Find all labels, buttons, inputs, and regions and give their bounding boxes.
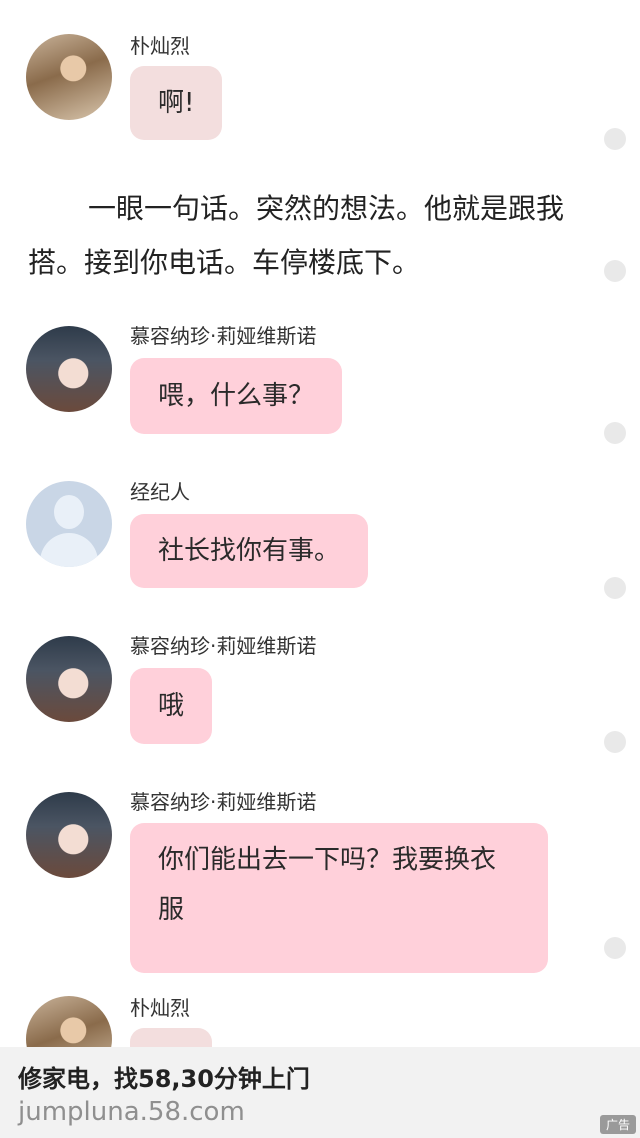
ad-title[interactable]: 修家电，找58,30分钟上门: [18, 1059, 310, 1094]
ad-banner[interactable]: 修家电，找58,30分钟上门 jumpluna.58.com 广告: [0, 1047, 640, 1138]
sender-name: 慕容纳珍·莉娅维斯诺: [130, 790, 317, 814]
avatar[interactable]: [26, 636, 112, 722]
comment-dot-icon[interactable]: [604, 422, 626, 444]
chat-bubble[interactable]: 哦: [130, 668, 213, 744]
ad-url[interactable]: jumpluna.58.com: [18, 1097, 245, 1127]
chat-bubble[interactable]: 你们能出去一下吗？我要换衣服: [130, 823, 548, 973]
comment-dot-icon[interactable]: [604, 937, 626, 959]
avatar[interactable]: [26, 481, 112, 567]
avatar[interactable]: [26, 326, 112, 412]
comment-dot-icon[interactable]: [604, 128, 626, 150]
comment-dot-icon[interactable]: [604, 731, 626, 753]
narration-text: 一眼一句话。突然的想法。他就是跟我搭。接到你电话。车停楼底下。: [28, 192, 565, 279]
comment-dot-icon[interactable]: [604, 577, 626, 599]
sender-name: 朴灿烈: [130, 996, 190, 1020]
ad-badge: 广告: [599, 1115, 636, 1134]
chat-bubble[interactable]: 社长找你有事。: [130, 514, 369, 588]
sender-name: 经纪人: [130, 480, 190, 504]
avatar[interactable]: [26, 34, 112, 120]
sender-name: 慕容纳珍·莉娅维斯诺: [130, 634, 317, 658]
sender-name: 朴灿烈: [130, 34, 190, 58]
chat-bubble[interactable]: 啊!: [130, 66, 223, 140]
sender-name: 慕容纳珍·莉娅维斯诺: [130, 324, 317, 348]
avatar[interactable]: [26, 792, 112, 878]
chat-bubble[interactable]: 喂，什么事？: [130, 358, 343, 434]
comment-dot-icon[interactable]: [604, 260, 626, 282]
